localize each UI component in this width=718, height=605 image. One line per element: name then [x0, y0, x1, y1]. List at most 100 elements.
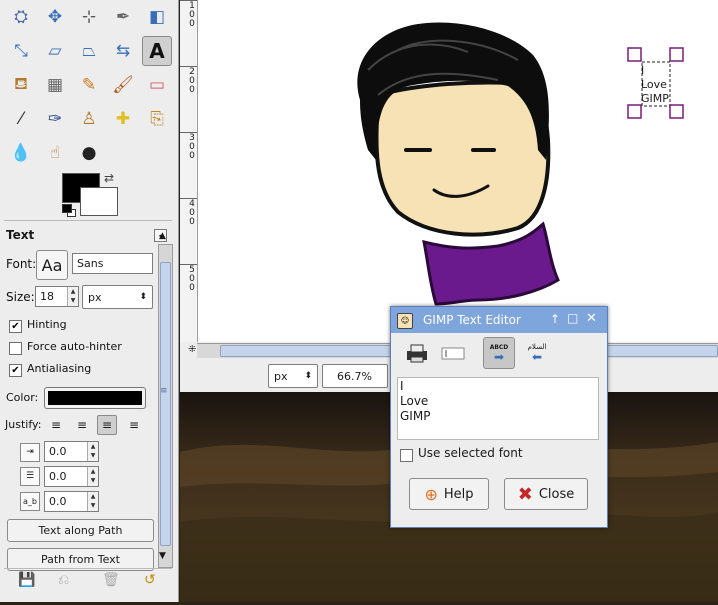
size-label: Size: — [6, 290, 35, 304]
line-spacing-value: 0.0 — [49, 470, 67, 483]
dialog-titlebar[interactable]: ☺ GIMP Text Editor ↑ □ ✕ — [391, 307, 607, 333]
justify-fill-icon[interactable]: ≡ — [124, 415, 144, 435]
background-color-swatch[interactable] — [80, 187, 118, 216]
toolbox: ⛭ ✥ ⊹ ✒ ◧ ⤡ ▱ ⏢ ⇆ A ⛾ ▦ ✎ 🖌 ▭ ⁄ ✑ ♙ ✚ ⎘ 💧 ☝ ● ⇄ Text ◂ Font: A… — [0, 0, 179, 602]
text-handle-br — [669, 104, 684, 119]
justify-right-icon[interactable]: ≡ — [72, 415, 92, 435]
indent-field[interactable]: 0.0 ▲ ▼ — [44, 441, 99, 462]
navigate-icon[interactable]: ⁜ — [188, 344, 196, 355]
save-options-icon[interactable]: 💾 — [18, 572, 35, 588]
blur-icon[interactable]: 💧 — [6, 138, 36, 168]
default-colors-icon[interactable] — [62, 204, 72, 213]
help-label: Help — [443, 486, 474, 502]
ruler-tick — [180, 264, 197, 265]
bucket-fill-icon[interactable]: ⛾ — [6, 70, 36, 100]
app-icon: ☺ — [397, 313, 413, 329]
maximize-icon[interactable]: □ — [567, 311, 578, 325]
printer-icon — [407, 344, 427, 363]
close-icon[interactable]: ✕ — [586, 311, 597, 326]
delete-options-icon[interactable]: 🗑 — [102, 572, 120, 588]
blend-icon[interactable]: ▦ — [40, 70, 70, 100]
vertical-ruler[interactable]: 100 200 300 400 500 — [180, 0, 198, 342]
open-file-button[interactable] — [401, 337, 433, 369]
paintbrush-icon[interactable]: 🖌 — [108, 70, 138, 100]
font-preview-button[interactable]: Aa — [36, 250, 68, 280]
unit-select[interactable]: px ⬍ — [268, 364, 318, 388]
close-button[interactable]: ✖ Close — [504, 478, 588, 510]
scale-icon[interactable]: ⤡ — [6, 36, 36, 66]
restore-options-icon[interactable]: ⎌ — [58, 572, 69, 588]
help-icon: ⊕ — [424, 484, 438, 504]
eraser-icon[interactable]: ▭ — [142, 70, 172, 100]
color-picker-icon[interactable]: ⁄ — [6, 104, 36, 134]
ink-icon[interactable]: ✑ — [40, 104, 70, 134]
grip-icon: ≡ — [160, 386, 168, 396]
flip-icon[interactable]: ⇆ — [108, 36, 138, 66]
perspective-clone-icon[interactable]: ⎘ — [142, 104, 172, 134]
clear-button[interactable] — [437, 337, 469, 369]
ltr-button[interactable]: ABCD ➡ — [483, 337, 515, 369]
size-spinner[interactable]: ▲ ▼ — [67, 287, 78, 306]
drawing — [357, 22, 684, 306]
editor-toolbar: ABCD ➡ السلام ⬅ — [395, 335, 603, 375]
indent-spinner[interactable]: ▲ ▼ — [87, 442, 98, 461]
fuzzy-select-icon[interactable]: ⛭ — [6, 2, 36, 32]
indent-value: 0.0 — [49, 445, 67, 458]
font-field[interactable]: Sans — [72, 253, 153, 274]
heal-icon[interactable]: ✚ — [108, 104, 138, 134]
letter-spacing-icon: a_b — [20, 492, 40, 511]
bowtie-shape — [422, 221, 560, 306]
reset-options-icon[interactable]: ↺ — [144, 572, 156, 588]
scroll-up-icon[interactable]: ▲ — [159, 231, 166, 241]
text-handle-bl — [627, 104, 642, 119]
size-unit-select[interactable]: px ⬍ — [82, 285, 153, 309]
indent-icon: ⇥ — [20, 443, 40, 462]
text-color-button[interactable] — [44, 387, 146, 409]
ruler-tick — [180, 0, 197, 1]
help-button[interactable]: ⊕ Help — [409, 478, 489, 510]
letter-spacing-spinner[interactable]: ▲ ▼ — [87, 492, 98, 511]
text-handle-tl — [627, 47, 642, 62]
bottom-separator — [4, 568, 172, 569]
canvas-text-layer[interactable]: I Love GIMP — [641, 64, 669, 106]
ruler-label: 200 — [189, 67, 195, 95]
use-selected-font-checkbox[interactable] — [400, 449, 413, 462]
font-label: Font: — [6, 257, 37, 271]
rtl-button[interactable]: السلام ⬅ — [521, 337, 553, 369]
perspective-icon[interactable]: ⏢ — [74, 36, 104, 66]
shear-icon[interactable]: ▱ — [40, 36, 70, 66]
align-icon[interactable]: ⊹ — [74, 2, 104, 32]
text-input-area[interactable]: I Love GIMP — [397, 377, 599, 440]
size-unit-value: px — [88, 290, 102, 304]
letter-spacing-field[interactable]: 0.0 ▲ ▼ — [44, 491, 99, 512]
zoom-select[interactable]: 66.7% ⌄ — [322, 364, 401, 388]
updown-icon: ⬍ — [139, 292, 147, 302]
smudge-icon[interactable]: ☝ — [40, 138, 70, 168]
color-label: Color: — [6, 391, 39, 404]
pencil-icon[interactable]: ✎ — [74, 70, 104, 100]
paths-icon[interactable]: ✒ — [108, 2, 138, 32]
foreground-select-icon[interactable]: ◧ — [142, 2, 172, 32]
unit-value: px — [274, 369, 288, 383]
text-along-path-button[interactable]: Text along Path — [7, 519, 154, 542]
line-spacing-field[interactable]: 0.0 ▲ ▼ — [44, 466, 99, 487]
close-label: Close — [538, 486, 575, 502]
hinting-checkbox[interactable]: ✔ — [9, 320, 22, 333]
clone-icon[interactable]: ♙ — [74, 104, 104, 134]
size-value: 18 — [40, 290, 54, 303]
canvas[interactable]: I Love GIMP — [198, 0, 718, 342]
up-arrow-icon[interactable]: ↑ — [550, 312, 560, 326]
tool-options-scroll-thumb[interactable] — [160, 262, 171, 546]
force-autohinter-checkbox[interactable] — [9, 342, 22, 355]
line-spacing-spinner[interactable]: ▲ ▼ — [87, 467, 98, 486]
swap-colors-icon[interactable]: ⇄ — [104, 171, 114, 185]
text-tool-icon[interactable]: A — [142, 36, 172, 66]
dodge-burn-icon[interactable]: ● — [74, 138, 104, 168]
antialiasing-checkbox[interactable]: ✔ — [9, 364, 22, 377]
scroll-down-icon[interactable]: ▼ — [159, 551, 166, 561]
move-icon[interactable]: ✥ — [40, 2, 70, 32]
force-autohinter-label: Force auto-hinter — [27, 340, 122, 353]
size-field[interactable]: 18 ▲ ▼ — [35, 286, 79, 307]
justify-left-icon[interactable]: ≡ — [46, 415, 66, 435]
justify-center-icon[interactable]: ≡ — [97, 415, 117, 435]
